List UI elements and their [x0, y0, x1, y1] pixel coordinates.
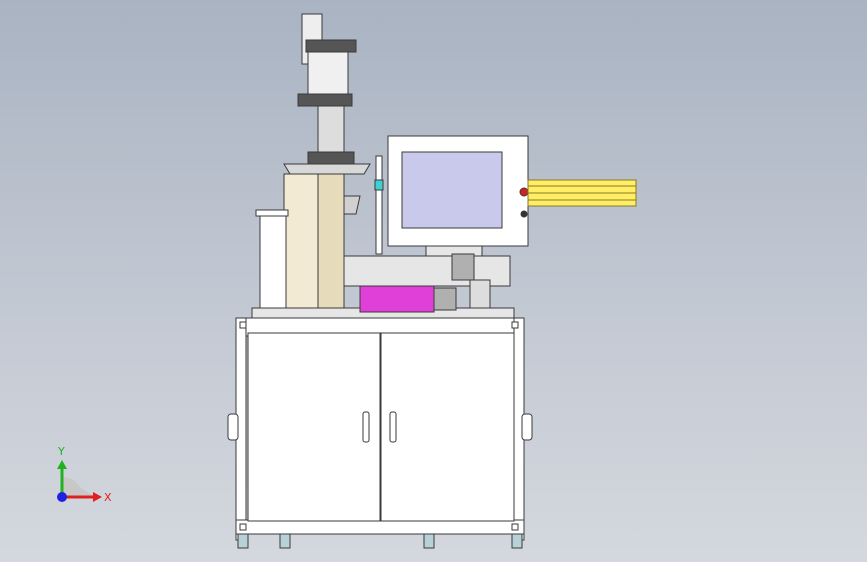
right-door-handle[interactable] — [389, 411, 397, 443]
foot — [423, 533, 435, 549]
hmi-screen[interactable] — [401, 151, 503, 229]
hmi-panel[interactable] — [387, 135, 529, 257]
cabinet-feet — [237, 533, 523, 549]
sensor-post — [374, 155, 384, 255]
cabinet-bottom-rail — [235, 519, 525, 535]
corner-bolt — [239, 321, 247, 329]
z-axis-dot — [57, 492, 67, 502]
corner-bolt — [511, 523, 519, 531]
x-axis-label: X — [104, 491, 112, 504]
selector-switch[interactable] — [520, 210, 528, 218]
right-side-handle[interactable] — [521, 413, 533, 441]
foot — [279, 533, 291, 549]
left-door-handle[interactable] — [362, 411, 370, 443]
left-side-handle[interactable] — [227, 413, 239, 441]
cylinder-cap-top — [305, 39, 357, 53]
press-flange — [307, 151, 355, 165]
press-column-side — [317, 173, 345, 309]
gearbox — [451, 253, 475, 281]
motor-coupler — [433, 287, 457, 311]
cabinet-left-door[interactable] — [247, 332, 381, 522]
foot — [237, 533, 249, 549]
cabinet[interactable] — [227, 317, 533, 541]
x-axis-head — [93, 492, 102, 502]
sensor-head — [374, 179, 384, 191]
emergency-stop-button[interactable] — [519, 187, 529, 197]
sensor-rod — [375, 155, 383, 255]
bracket — [343, 195, 361, 215]
piston-rod — [317, 105, 345, 157]
y-axis-label: Y — [57, 445, 65, 458]
machine-model[interactable]: Y X — [0, 0, 867, 562]
cad-viewport[interactable]: Y X — [0, 0, 867, 562]
air-cylinder[interactable] — [307, 51, 349, 95]
side-guard-cap — [255, 209, 289, 217]
axis-triad: Y X — [57, 445, 112, 504]
y-axis-head — [57, 460, 67, 469]
cabinet-right-door[interactable] — [380, 332, 515, 522]
light-curtain[interactable] — [527, 179, 637, 207]
corner-bolt — [239, 523, 247, 531]
cylinder-cap-bottom — [297, 93, 353, 107]
press-head — [283, 163, 371, 175]
bearing-block — [469, 279, 491, 309]
triad-plane — [62, 476, 95, 497]
drive-unit[interactable] — [343, 253, 511, 313]
foot — [511, 533, 523, 549]
corner-bolt — [511, 321, 519, 329]
side-guard — [259, 211, 287, 309]
servo-motor[interactable] — [359, 285, 435, 313]
